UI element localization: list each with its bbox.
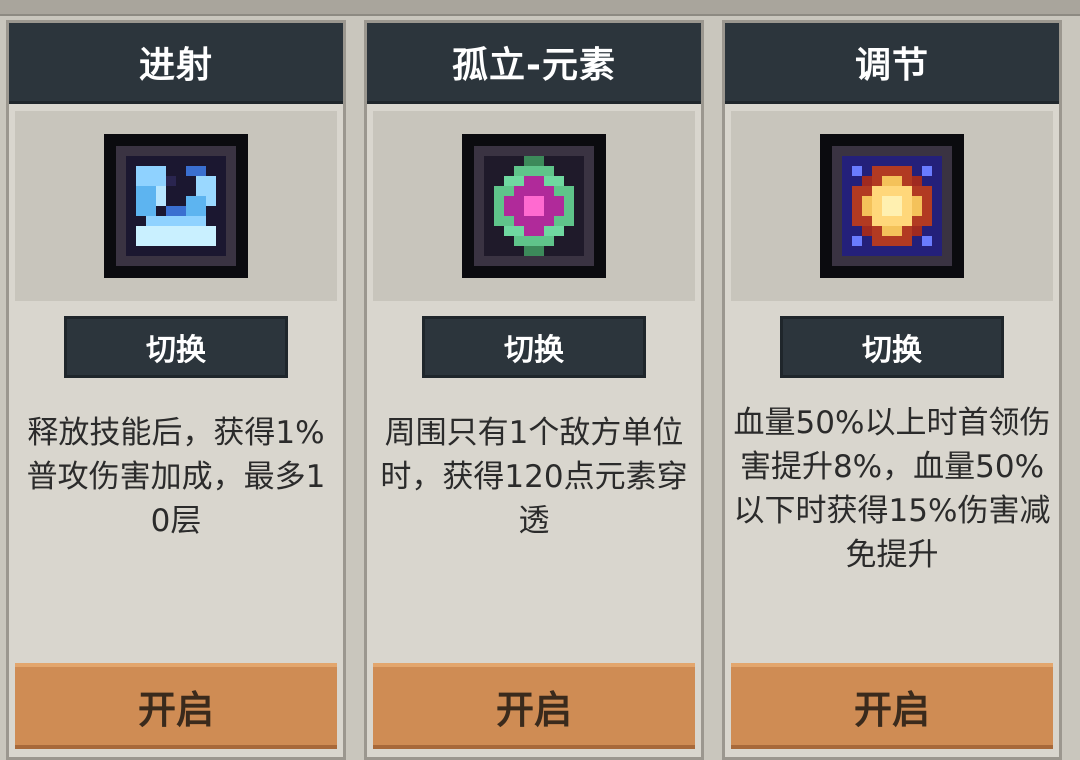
card-description: 血量50%以上时首领伤害提升8%，血量50%以下时获得15%伤害减免提升 xyxy=(733,405,1051,573)
icon-panel xyxy=(15,111,337,301)
talent-card: 进射 切换 释放技能后，获得1%普攻伤害加成，最多10层 开启 xyxy=(6,20,346,760)
open-button[interactable]: 开启 xyxy=(15,663,337,749)
card-title: 孤立-元素 xyxy=(367,23,701,104)
element-gem-icon xyxy=(466,138,602,274)
icon-panel xyxy=(731,111,1053,301)
talent-card-list: 进射 切换 释放技能后，获得1%普攻伤害加成，最多10层 开启 孤立-元素 切换… xyxy=(0,14,1080,760)
open-button[interactable]: 开启 xyxy=(373,663,695,749)
card-title: 调节 xyxy=(725,23,1059,104)
switch-button[interactable]: 切换 xyxy=(422,316,646,378)
card-description: 释放技能后，获得1%普攻伤害加成，最多10层 xyxy=(26,415,326,539)
shard-burst-icon xyxy=(108,138,244,274)
talent-card: 孤立-元素 切换 周围只有1个敌方单位时，获得120点元素穿透 开启 xyxy=(364,20,704,760)
card-title: 进射 xyxy=(9,23,343,104)
switch-button[interactable]: 切换 xyxy=(64,316,288,378)
star-cross-icon xyxy=(824,138,960,274)
talent-card: 调节 切换 血量50%以上时首领伤害提升8%，血量50%以下时获得15%伤害减免… xyxy=(722,20,1062,760)
icon-panel xyxy=(373,111,695,301)
switch-button[interactable]: 切换 xyxy=(780,316,1004,378)
card-description: 周围只有1个敌方单位时，获得120点元素穿透 xyxy=(380,415,688,539)
open-button[interactable]: 开启 xyxy=(731,663,1053,749)
